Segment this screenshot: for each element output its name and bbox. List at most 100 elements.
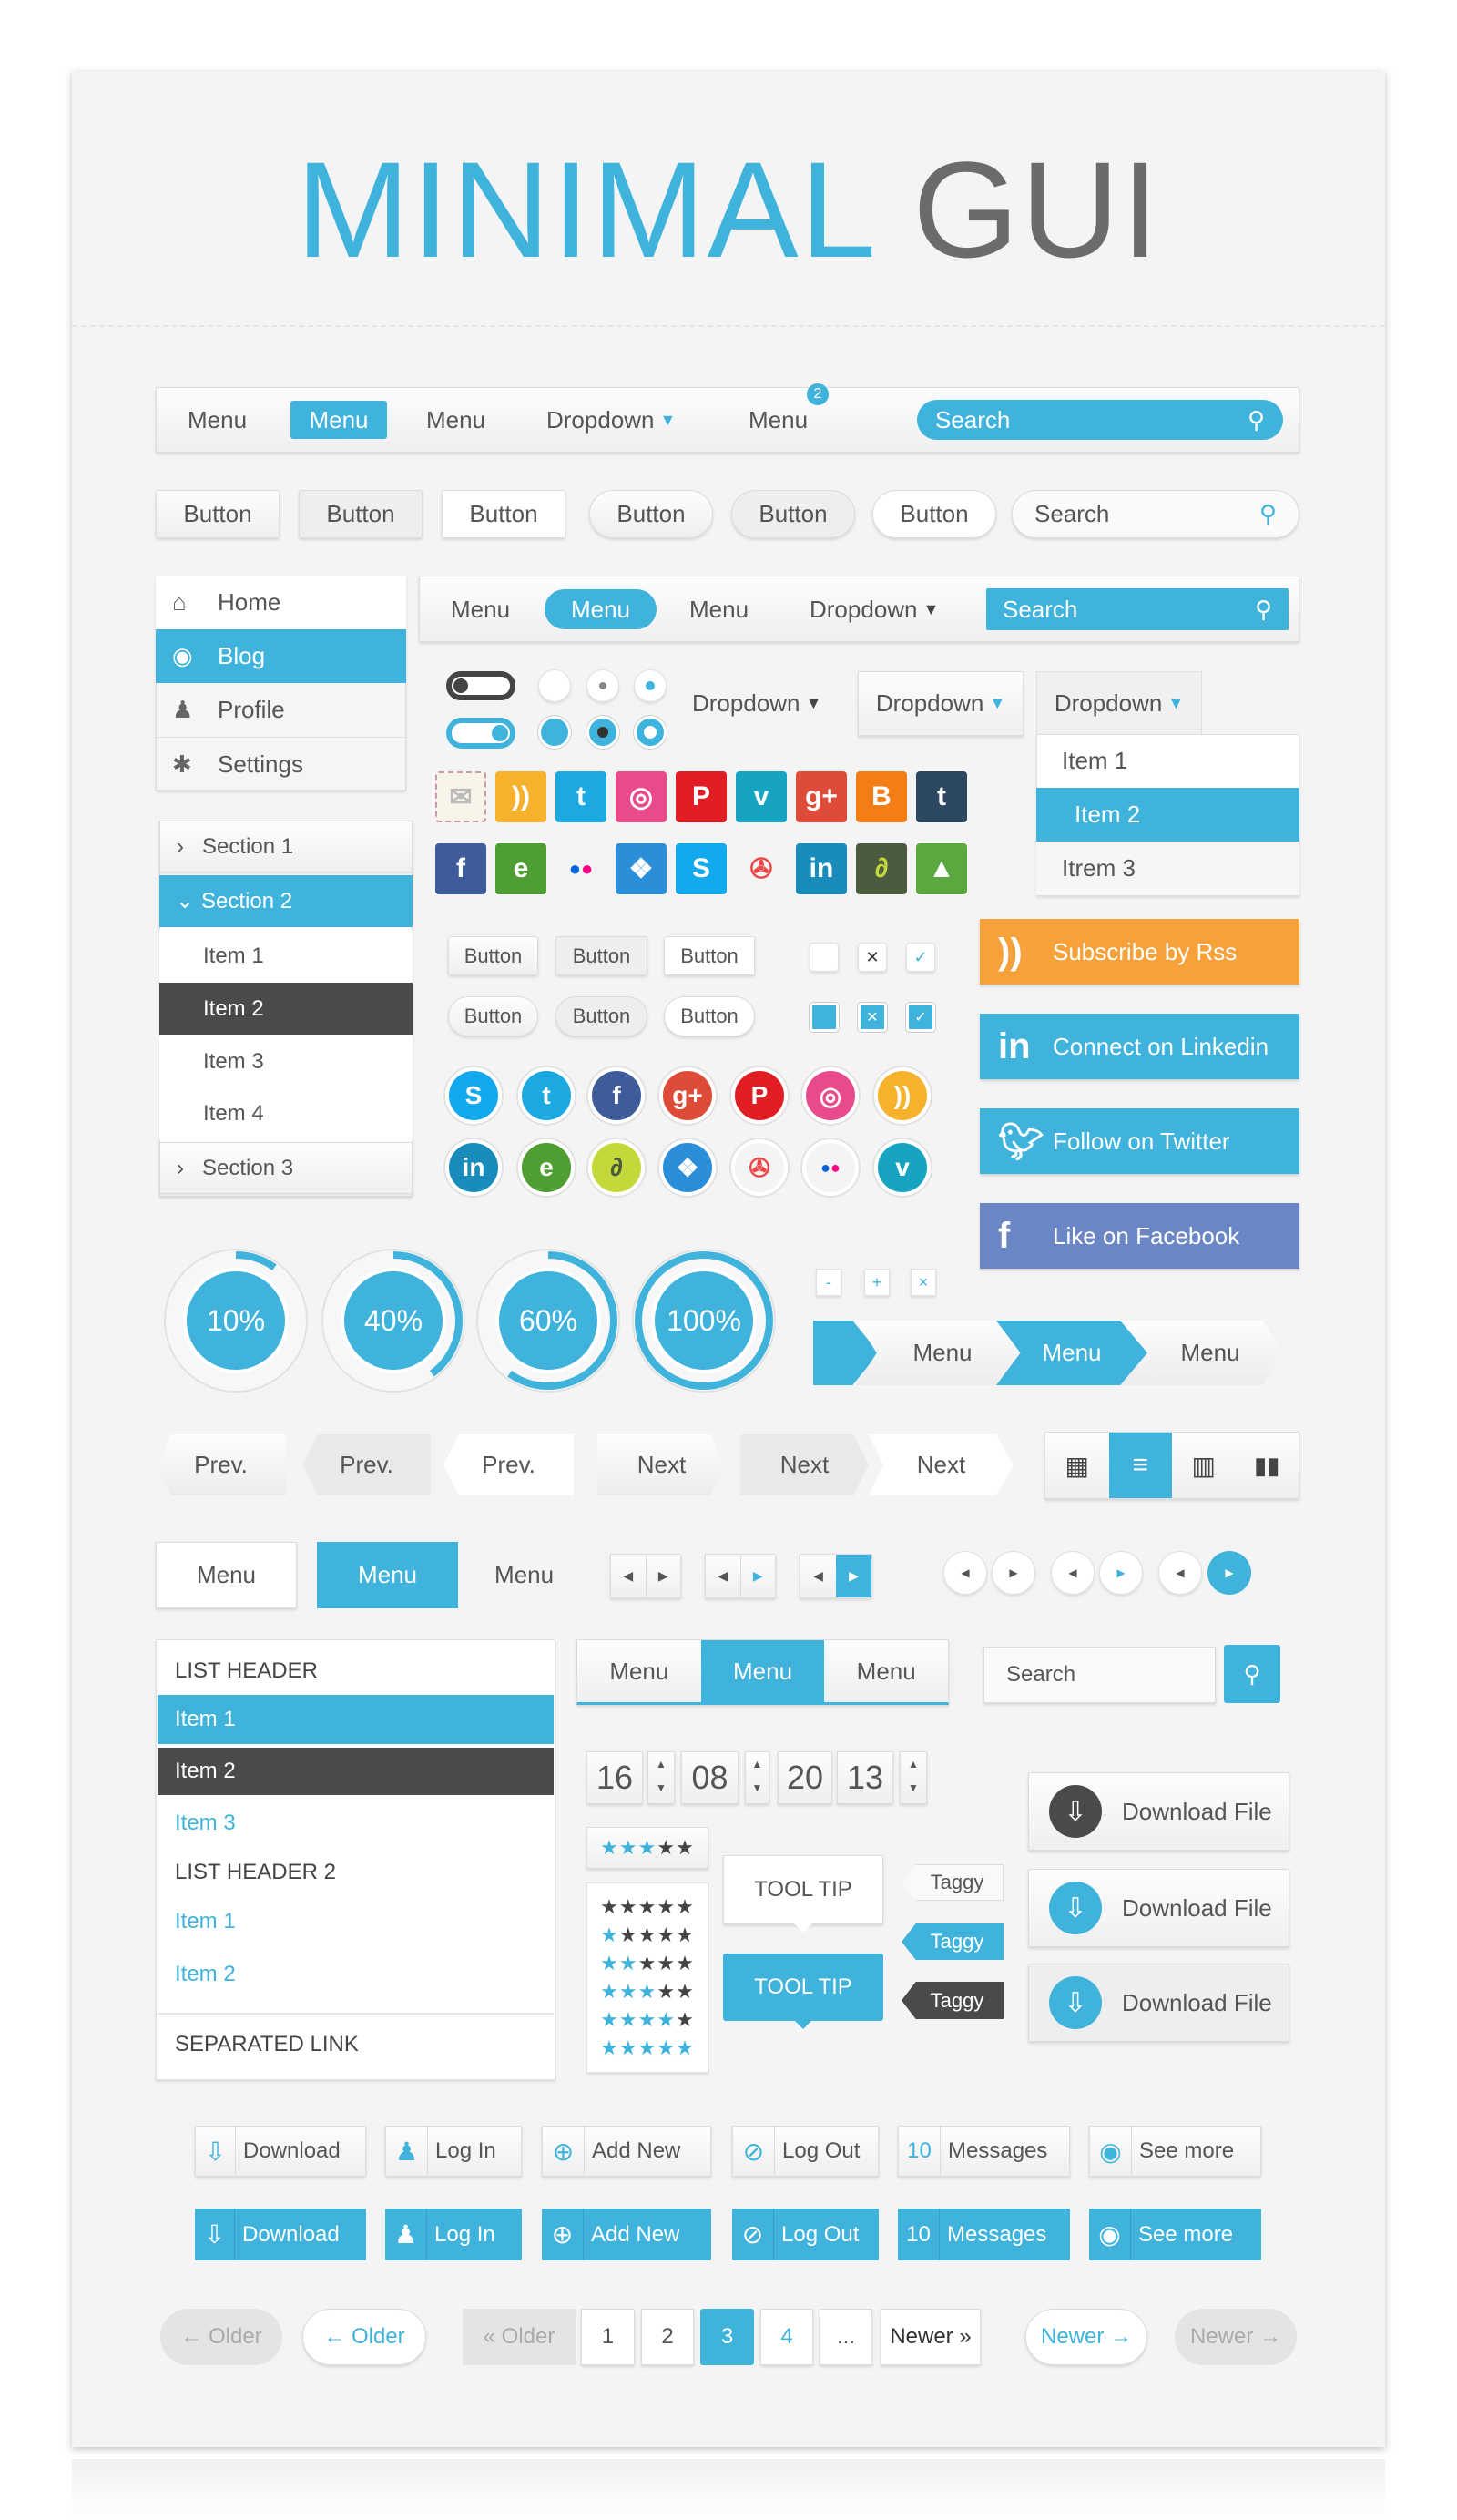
newer-button[interactable]: Newer → xyxy=(1025,2309,1147,2365)
radio-blue-checked[interactable] xyxy=(586,716,619,749)
arrow-left-icon[interactable]: ◀ xyxy=(800,1555,836,1597)
linkedin-icon[interactable]: in xyxy=(445,1139,502,1196)
radio-unchecked[interactable] xyxy=(538,669,571,702)
menu-tab[interactable]: Menu xyxy=(494,1542,554,1608)
small-button-rounded[interactable]: Button xyxy=(664,996,755,1036)
star-filled-icon[interactable]: ★ xyxy=(657,2036,676,2060)
mail-icon[interactable]: ✉ xyxy=(435,771,486,822)
add-new-button[interactable]: ⊕ Add New xyxy=(542,2126,711,2177)
arrow-right-icon[interactable]: ▶ xyxy=(992,1551,1035,1595)
arrow-right-icon[interactable]: ▶ xyxy=(1207,1551,1251,1595)
star-filled-icon[interactable]: ★ xyxy=(638,2036,657,2060)
arrow-left-icon[interactable]: ◀ xyxy=(1051,1551,1095,1595)
log-out-button[interactable]: ⊘ Log Out xyxy=(732,2126,879,2177)
checkbox-filled[interactable] xyxy=(810,1003,839,1032)
small-button-rounded[interactable]: Button xyxy=(448,996,538,1036)
dribbble-icon[interactable]: ◎ xyxy=(616,771,667,822)
star-filled-icon[interactable]: ★ xyxy=(619,2036,638,2060)
columns-icon[interactable]: ▥ xyxy=(1172,1433,1236,1498)
tumblr-icon[interactable]: t xyxy=(916,771,967,822)
accordion-item[interactable]: Item 1 xyxy=(159,930,413,982)
nav1-search[interactable]: Search ⚲ xyxy=(917,400,1283,440)
dropdown-menu-item[interactable]: Itrem 3 xyxy=(1036,842,1299,895)
button-pressed[interactable]: Button xyxy=(442,490,565,538)
accordion-section[interactable]: › Section 3 xyxy=(159,1142,413,1194)
download-file-button[interactable]: ⇩ Download File xyxy=(1028,1964,1289,2042)
list-item[interactable]: Item 3 xyxy=(175,1805,236,1842)
arrow-left-icon[interactable]: ◀ xyxy=(611,1555,647,1597)
star-filled-icon[interactable]: ★ xyxy=(600,2008,619,2032)
follow-twitter-button[interactable]: 🐦︎ Follow on Twitter xyxy=(980,1108,1299,1174)
star-filled-icon[interactable]: ★ xyxy=(600,1836,619,1860)
arrow-left-icon[interactable]: ◀ xyxy=(1158,1551,1202,1595)
small-button[interactable]: Button xyxy=(664,936,755,975)
sidebar-item-profile[interactable]: ♟ Profile xyxy=(156,683,406,737)
facebook-icon[interactable]: f xyxy=(435,843,486,894)
evernote-icon[interactable]: e xyxy=(518,1139,575,1196)
star-filled-icon[interactable]: ★ xyxy=(638,1980,657,2004)
like-facebook-button[interactable]: f Like on Facebook xyxy=(980,1203,1299,1269)
page-ellipsis[interactable]: ... xyxy=(820,2309,872,2365)
connect-linkedin-button[interactable]: in Connect on Linkedin xyxy=(980,1014,1299,1079)
grid-icon[interactable]: ▦ xyxy=(1045,1433,1109,1498)
star-empty-icon[interactable]: ★ xyxy=(657,1980,676,2004)
page-4[interactable]: 4 xyxy=(760,2309,813,2365)
picasa-icon[interactable]: ✇ xyxy=(731,1139,788,1196)
deviantart-icon[interactable]: ∂ xyxy=(588,1139,645,1196)
star-rating[interactable]: ★ ★ ★ ★ ★ xyxy=(586,1827,708,1869)
star-filled-icon[interactable]: ★ xyxy=(600,1923,619,1947)
star-empty-icon[interactable]: ★ xyxy=(676,1923,695,1947)
download-file-button[interactable]: ⇩ Download File xyxy=(1028,1772,1289,1851)
tag-blue[interactable]: Taggy xyxy=(902,1923,1004,1960)
star-empty-icon[interactable]: ★ xyxy=(676,1895,695,1919)
nav1-dropdown[interactable]: Dropdown ▼ xyxy=(546,401,676,439)
minus-button[interactable]: - xyxy=(816,1269,841,1296)
star-filled-icon[interactable]: ★ xyxy=(619,2008,638,2032)
time-seconds[interactable]: 20 xyxy=(778,1751,832,1804)
page-3-active[interactable]: 3 xyxy=(700,2309,754,2365)
star-filled-icon[interactable]: ★ xyxy=(638,2008,657,2032)
star-filled-icon[interactable]: ★ xyxy=(600,2036,619,2060)
star-empty-icon[interactable]: ★ xyxy=(676,1952,695,1975)
linkedin-icon[interactable]: in xyxy=(796,843,847,894)
download-button[interactable]: ⇩ Download xyxy=(195,2126,366,2177)
vimeo-icon[interactable]: v xyxy=(736,771,787,822)
next-button[interactable]: Next xyxy=(740,1434,869,1495)
picasa-icon[interactable]: ✇ xyxy=(736,843,787,894)
star-filled-icon[interactable]: ★ xyxy=(638,1836,657,1860)
menu-tab[interactable]: Menu xyxy=(156,1542,297,1608)
nav1-item-active[interactable]: Menu xyxy=(290,401,387,439)
star-empty-icon[interactable]: ★ xyxy=(638,1923,657,1947)
download-file-button[interactable]: ⇩ Download File xyxy=(1028,1869,1289,1947)
star-empty-icon[interactable]: ★ xyxy=(600,1895,619,1919)
star-empty-icon[interactable]: ★ xyxy=(657,1923,676,1947)
dropbox-icon[interactable]: ❖ xyxy=(616,843,667,894)
star-empty-icon[interactable]: ★ xyxy=(657,1895,676,1919)
button-rounded-pressed[interactable]: Button xyxy=(872,490,996,538)
segment-active[interactable]: Menu xyxy=(700,1640,825,1702)
radio-blue-ring[interactable] xyxy=(634,716,667,749)
page-1[interactable]: 1 xyxy=(581,2309,635,2365)
radio-blue[interactable] xyxy=(538,716,571,749)
evernote-icon[interactable]: e xyxy=(495,843,546,894)
prev-button[interactable]: Prev. xyxy=(156,1434,286,1495)
time-minutes[interactable]: 08 xyxy=(681,1751,739,1804)
arrow-right-icon[interactable]: ▶ xyxy=(647,1555,681,1597)
skype-icon[interactable]: S xyxy=(676,843,727,894)
list-item-active[interactable]: Item 1 xyxy=(158,1695,554,1744)
nav2-dropdown[interactable]: Dropdown ▼ xyxy=(810,589,939,629)
star-empty-icon[interactable]: ★ xyxy=(676,1836,695,1860)
dropdown-open[interactable]: Dropdown ▼ xyxy=(1036,671,1202,736)
star-filled-icon[interactable]: ★ xyxy=(600,1952,619,1975)
tag-light[interactable]: Taggy xyxy=(902,1864,1004,1901)
arrow-left-icon[interactable]: ◀ xyxy=(943,1551,987,1595)
dropbox-icon[interactable]: ❖ xyxy=(659,1139,716,1196)
forrst-icon[interactable]: ▲ xyxy=(916,843,967,894)
add-new-button-blue[interactable]: ⊕ Add New xyxy=(542,2209,711,2260)
facebook-icon[interactable]: f xyxy=(588,1067,645,1124)
star-empty-icon[interactable]: ★ xyxy=(638,1895,657,1919)
pinterest-icon[interactable]: P xyxy=(676,771,727,822)
log-in-button-blue[interactable]: ♟ Log In xyxy=(385,2209,522,2260)
arrow-up-icon[interactable]: ▲ xyxy=(648,1752,674,1776)
checkbox-unchecked[interactable] xyxy=(810,943,839,972)
